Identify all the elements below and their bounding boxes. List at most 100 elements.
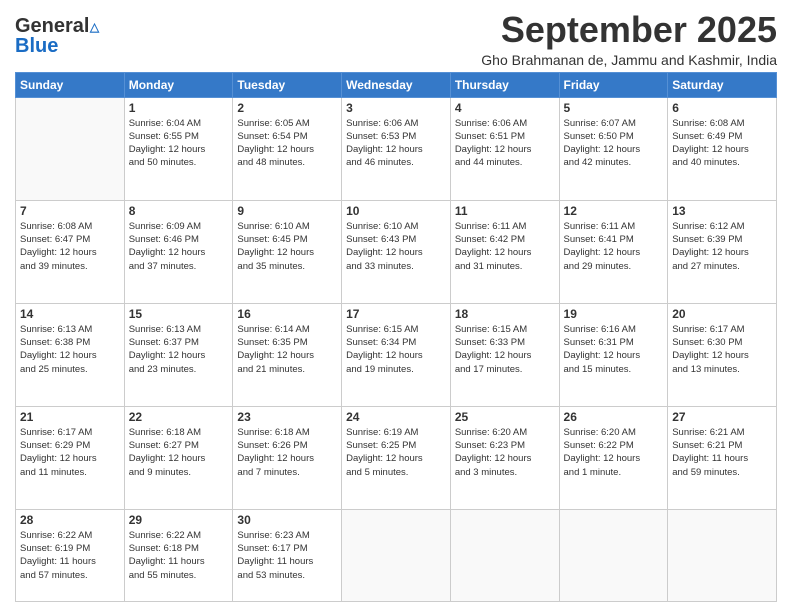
day-info: Sunrise: 6:07 AM Sunset: 6:50 PM Dayligh… [564, 117, 664, 170]
table-row: 2Sunrise: 6:05 AM Sunset: 6:54 PM Daylig… [233, 97, 342, 200]
table-row: 20 Sunrise: 6:17 AM Sunset: 6:30 PM Dayli… [668, 303, 777, 406]
col-tuesday: Tuesday [233, 72, 342, 97]
col-monday: Monday [124, 72, 233, 97]
table-row: 22 Sunrise: 6:18 AM Sunset: 6:27 PM Dayli… [124, 406, 233, 509]
day-number: 5 [564, 101, 664, 115]
day-info: Sunrise: 6:11 AM Sunset: 6:42 PM Dayligh… [455, 220, 555, 273]
day-number: 10 [346, 204, 446, 218]
day-info: Sunrise: 6:08 AM Sunset: 6:49 PM Dayligh… [672, 117, 772, 170]
day-info: Sunrise: 6:19 AM Sunset: 6:25 PM Dayligh… [346, 426, 446, 479]
day-info: Sunrise: 6:15 AM Sunset: 6:33 PM Dayligh… [455, 323, 555, 376]
day-number: 7 [20, 204, 120, 218]
day-info: Sunrise: 6:14 AM Sunset: 6:35 PM Dayligh… [237, 323, 337, 376]
day-number: 20 [672, 307, 772, 321]
table-row: 11 Sunrise: 6:11 AM Sunset: 6:42 PM Dayli… [450, 200, 559, 303]
table-row: 29Sunrise: 6:22 AM Sunset: 6:18 PM Dayli… [124, 509, 233, 601]
day-info: Sunrise: 6:23 AM Sunset: 6:17 PM Dayligh… [237, 529, 337, 582]
table-row [559, 509, 668, 601]
day-info: Sunrise: 6:13 AM Sunset: 6:37 PM Dayligh… [129, 323, 229, 376]
day-number: 14 [20, 307, 120, 321]
table-row: 6 Sunrise: 6:08 AM Sunset: 6:49 PM Daylig… [668, 97, 777, 200]
day-number: 11 [455, 204, 555, 218]
table-row: 18 Sunrise: 6:15 AM Sunset: 6:33 PM Dayli… [450, 303, 559, 406]
day-number: 6 [672, 101, 772, 115]
day-number: 17 [346, 307, 446, 321]
table-row: 23Sunrise: 6:18 AM Sunset: 6:26 PM Dayli… [233, 406, 342, 509]
table-row [450, 509, 559, 601]
day-info: Sunrise: 6:15 AM Sunset: 6:34 PM Dayligh… [346, 323, 446, 376]
day-number: 13 [672, 204, 772, 218]
day-info: Sunrise: 6:12 AM Sunset: 6:39 PM Dayligh… [672, 220, 772, 273]
day-number: 22 [129, 410, 229, 424]
table-row: 19 Sunrise: 6:16 AM Sunset: 6:31 PM Dayli… [559, 303, 668, 406]
table-row [342, 509, 451, 601]
day-number: 3 [346, 101, 446, 115]
table-row: 10 Sunrise: 6:10 AM Sunset: 6:43 PM Dayli… [342, 200, 451, 303]
day-number: 23 [237, 410, 337, 424]
day-info: Sunrise: 6:22 AM Sunset: 6:19 PM Dayligh… [20, 529, 120, 582]
day-info: Sunrise: 6:06 AM Sunset: 6:53 PM Dayligh… [346, 117, 446, 170]
table-row: 8 Sunrise: 6:09 AM Sunset: 6:46 PM Daylig… [124, 200, 233, 303]
day-number: 15 [129, 307, 229, 321]
table-row: 9 Sunrise: 6:10 AM Sunset: 6:45 PM Daylig… [233, 200, 342, 303]
title-block: September 2025 Gho Brahmanan de, Jammu a… [481, 10, 777, 68]
table-row: 27 Sunrise: 6:21 AM Sunset: 6:21 PM Dayli… [668, 406, 777, 509]
day-info: Sunrise: 6:20 AM Sunset: 6:22 PM Dayligh… [564, 426, 664, 479]
day-info: Sunrise: 6:17 AM Sunset: 6:30 PM Dayligh… [672, 323, 772, 376]
table-row: 14 Sunrise: 6:13 AM Sunset: 6:38 PM Dayli… [16, 303, 125, 406]
day-info: Sunrise: 6:08 AM Sunset: 6:47 PM Dayligh… [20, 220, 120, 273]
table-row: 24 Sunrise: 6:19 AM Sunset: 6:25 PM Dayli… [342, 406, 451, 509]
day-number: 24 [346, 410, 446, 424]
col-saturday: Saturday [668, 72, 777, 97]
day-info: Sunrise: 6:11 AM Sunset: 6:41 PM Dayligh… [564, 220, 664, 273]
table-row: 21 Sunrise: 6:17 AM Sunset: 6:29 PM Dayli… [16, 406, 125, 509]
logo-bird-icon: ▵ [89, 14, 99, 39]
table-row: 4Sunrise: 6:06 AM Sunset: 6:51 PM Daylig… [450, 97, 559, 200]
table-row: 5 Sunrise: 6:07 AM Sunset: 6:50 PM Daylig… [559, 97, 668, 200]
header-row: Sunday Monday Tuesday Wednesday Thursday… [16, 72, 777, 97]
col-sunday: Sunday [16, 72, 125, 97]
calendar: Sunday Monday Tuesday Wednesday Thursday… [15, 72, 777, 602]
logo: General ▵ Blue [15, 14, 100, 58]
day-number: 8 [129, 204, 229, 218]
day-info: Sunrise: 6:16 AM Sunset: 6:31 PM Dayligh… [564, 323, 664, 376]
day-number: 25 [455, 410, 555, 424]
day-number: 28 [20, 513, 120, 527]
day-number: 21 [20, 410, 120, 424]
table-row: 15 Sunrise: 6:13 AM Sunset: 6:37 PM Dayli… [124, 303, 233, 406]
logo-blue: Blue [15, 35, 58, 58]
col-thursday: Thursday [450, 72, 559, 97]
table-row: 17 Sunrise: 6:15 AM Sunset: 6:34 PM Dayli… [342, 303, 451, 406]
subtitle: Gho Brahmanan de, Jammu and Kashmir, Ind… [481, 52, 777, 68]
day-info: Sunrise: 6:10 AM Sunset: 6:43 PM Dayligh… [346, 220, 446, 273]
table-row: 7 Sunrise: 6:08 AM Sunset: 6:47 PM Daylig… [16, 200, 125, 303]
day-info: Sunrise: 6:20 AM Sunset: 6:23 PM Dayligh… [455, 426, 555, 479]
day-number: 19 [564, 307, 664, 321]
table-row: 28 Sunrise: 6:22 AM Sunset: 6:19 PM Dayli… [16, 509, 125, 601]
day-number: 9 [237, 204, 337, 218]
day-number: 27 [672, 410, 772, 424]
table-row: 25 Sunrise: 6:20 AM Sunset: 6:23 PM Dayli… [450, 406, 559, 509]
day-info: Sunrise: 6:10 AM Sunset: 6:45 PM Dayligh… [237, 220, 337, 273]
table-row: 13 Sunrise: 6:12 AM Sunset: 6:39 PM Dayli… [668, 200, 777, 303]
day-info: Sunrise: 6:17 AM Sunset: 6:29 PM Dayligh… [20, 426, 120, 479]
table-row: 3 Sunrise: 6:06 AM Sunset: 6:53 PM Daylig… [342, 97, 451, 200]
col-friday: Friday [559, 72, 668, 97]
day-info: Sunrise: 6:21 AM Sunset: 6:21 PM Dayligh… [672, 426, 772, 479]
day-number: 29 [129, 513, 229, 527]
table-row: 30 Sunrise: 6:23 AM Sunset: 6:17 PM Dayli… [233, 509, 342, 601]
table-row [16, 97, 125, 200]
day-info: Sunrise: 6:18 AM Sunset: 6:27 PM Dayligh… [129, 426, 229, 479]
table-row [668, 509, 777, 601]
table-row: 12 Sunrise: 6:11 AM Sunset: 6:41 PM Dayli… [559, 200, 668, 303]
table-row: 26 Sunrise: 6:20 AM Sunset: 6:22 PM Dayli… [559, 406, 668, 509]
day-number: 18 [455, 307, 555, 321]
day-info: Sunrise: 6:13 AM Sunset: 6:38 PM Dayligh… [20, 323, 120, 376]
day-number: 26 [564, 410, 664, 424]
table-row: 1Sunrise: 6:04 AM Sunset: 6:55 PM Daylig… [124, 97, 233, 200]
day-info: Sunrise: 6:09 AM Sunset: 6:46 PM Dayligh… [129, 220, 229, 273]
day-number: 30 [237, 513, 337, 527]
col-wednesday: Wednesday [342, 72, 451, 97]
day-number: 12 [564, 204, 664, 218]
month-title: September 2025 [481, 10, 777, 50]
